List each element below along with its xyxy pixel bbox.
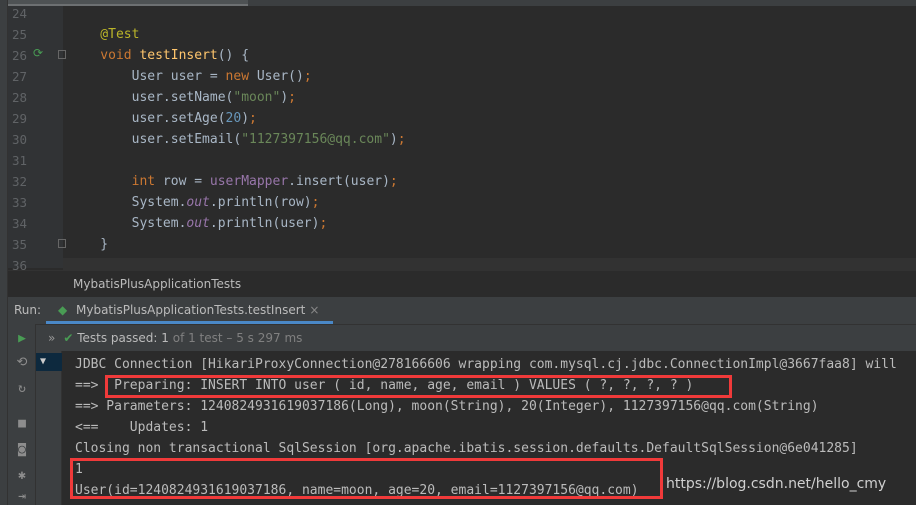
breadcrumb[interactable]: MybatisPlusApplicationTests (8, 270, 916, 296)
tests-count: 1 (161, 331, 169, 345)
tests-detail: of 1 test – 5 s 297 ms (168, 331, 303, 345)
code-line: user.setEmail("1127397156@qq.com"); (69, 129, 406, 150)
code-token: User user = (69, 69, 226, 84)
test-status-bar: » ✔ Tests passed: 1 of 1 test – 5 s 297 m… (36, 324, 916, 351)
code-line: User user = new User(); (69, 66, 312, 87)
line-number: 30 (12, 132, 28, 147)
code-token: userMapper (209, 174, 289, 189)
rerun-icon[interactable]: ▶ (14, 331, 30, 347)
code-token: ; (397, 132, 406, 147)
code-token: ; (311, 195, 320, 210)
line-number: 26 (12, 48, 28, 63)
expand-icon[interactable]: » (48, 331, 55, 345)
code-token: () { (217, 48, 250, 63)
code-token: User() (256, 69, 304, 84)
console-line: JDBC Connection [HikariProxyConnection@2… (75, 357, 897, 372)
code-token: System. (69, 216, 187, 231)
code-token: "moon" (233, 90, 281, 105)
line-number: 24 (12, 6, 28, 21)
code-line: @Test (69, 24, 139, 45)
run-toolbar: ▶ ⟲ ↻ ■ ◙ ✱ ⇥ (8, 324, 36, 505)
line-number: 32 (12, 174, 28, 189)
line-number: 27 (12, 69, 28, 84)
test-tree[interactable]: ▼ (36, 351, 62, 505)
code-editor[interactable]: 24 25 @Test 26 void testInsert() { 27 User … (0, 3, 916, 273)
camera-icon[interactable]: ◙ (14, 442, 30, 458)
code-token: new (225, 69, 257, 84)
run-test-gutter-icon[interactable]: ⟳ (33, 46, 43, 60)
code-token: } (69, 237, 109, 252)
code-token: void (69, 48, 140, 63)
console-line: ==> Parameters: 1240824931619037186(Long… (75, 399, 819, 414)
run-tool-window-header: Run: ◆ MybatisPlusApplicationTests.testI… (8, 297, 916, 324)
tests-status: Tests passed: (77, 331, 162, 345)
rerun-failed-icon[interactable]: ⟲ (14, 355, 30, 371)
code-token: testInsert (139, 48, 218, 63)
code-token: System. (69, 195, 187, 210)
close-icon[interactable]: × (309, 303, 319, 317)
run-config-icon: ◆ (58, 303, 68, 317)
run-label: Run: (14, 303, 42, 317)
highlight-box (70, 458, 663, 499)
line-number: 29 (12, 111, 28, 126)
code-line: System.out.println(row); (69, 192, 320, 213)
code-token: user.setAge( (69, 111, 226, 126)
line-number: 34 (12, 216, 28, 231)
check-icon: ✔ (63, 331, 74, 345)
fold-icon[interactable] (58, 50, 66, 59)
code-token: ; (303, 69, 312, 84)
line-number: 35 (12, 237, 28, 252)
code-token: ) (241, 111, 250, 126)
code-token: ) (280, 90, 289, 105)
code-token: int (69, 174, 163, 189)
code-line: user.setName("moon"); (69, 87, 296, 108)
code-token: "1127397156@qq.com" (241, 132, 390, 147)
code-token: @Test (69, 27, 140, 42)
toggle-auto-test-icon[interactable]: ↻ (14, 381, 30, 397)
code-token: ; (319, 216, 328, 231)
test-tree-root[interactable]: ▼ (36, 353, 62, 371)
code-token: out (186, 216, 210, 231)
line-number: 25 (12, 27, 28, 42)
code-token: .println(user) (209, 216, 320, 231)
fold-icon[interactable] (58, 239, 66, 248)
run-tab[interactable]: ◆ MybatisPlusApplicationTests.testInsert… (46, 297, 333, 324)
highlight-box (105, 375, 732, 398)
code-token: .println(row) (209, 195, 312, 210)
code-token: user.setEmail( (69, 132, 242, 147)
code-token: ; (249, 111, 257, 126)
code-token: ; (288, 90, 296, 105)
watermark: https://blog.csdn.net/hello_cmy (666, 476, 887, 492)
run-tab-label: MybatisPlusApplicationTests.testInsert (76, 303, 306, 317)
console-line: Closing non transactional SqlSession [or… (75, 441, 858, 456)
code-token: 20 (225, 111, 242, 126)
code-token: row = (162, 174, 210, 189)
code-line: } (69, 234, 108, 255)
debug-icon[interactable]: ✱ (14, 468, 30, 484)
code-line: user.setAge(20); (69, 108, 257, 129)
code-line: int row = userMapper.insert(user); (69, 171, 398, 192)
stop-icon[interactable]: ■ (14, 416, 30, 432)
exit-icon[interactable]: ⇥ (14, 489, 30, 505)
code-token: ; (389, 174, 398, 189)
code-token: out (186, 195, 210, 210)
code-line: System.out.println(user); (69, 213, 328, 234)
code-token: user.setName( (69, 90, 234, 105)
console-line: <== Updates: 1 (75, 420, 209, 435)
line-number: 28 (12, 90, 28, 105)
code-token: .insert(user) (288, 174, 390, 189)
code-line: void testInsert() { (69, 45, 249, 66)
code-token: ) (389, 132, 398, 147)
line-number: 33 (12, 195, 28, 210)
line-number: 31 (12, 153, 28, 168)
